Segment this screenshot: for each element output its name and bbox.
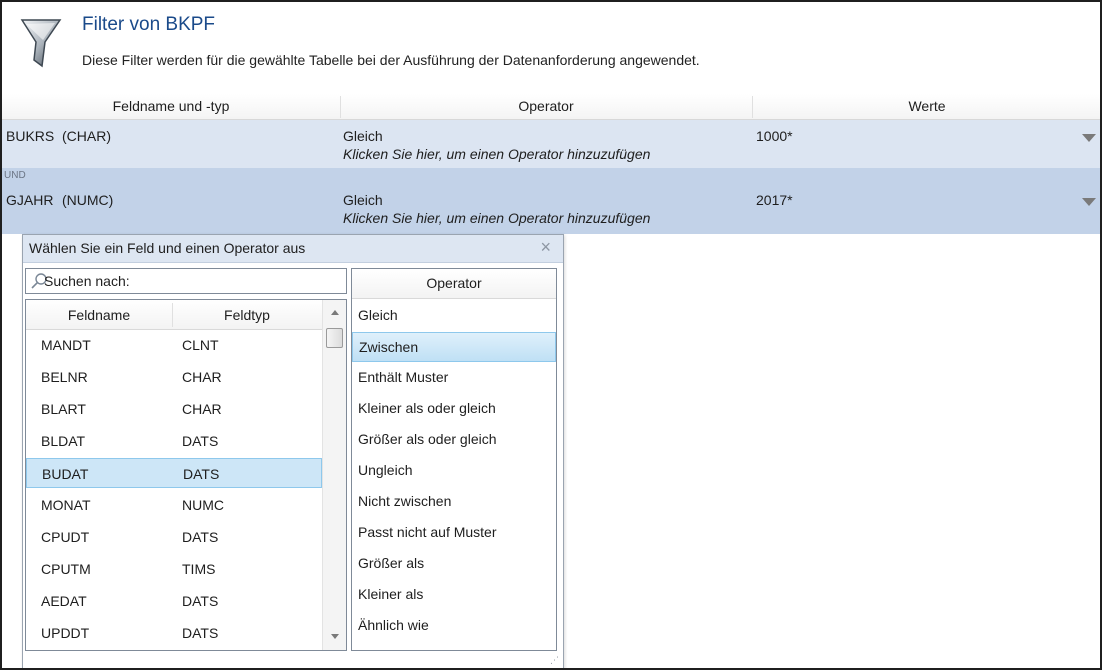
- operator-label: Kleiner als: [358, 586, 424, 602]
- field-name: BUKRS: [6, 128, 55, 144]
- add-operator-link[interactable]: Klicken Sie hier, um einen Operator hinz…: [343, 146, 650, 162]
- operator-label: Passt nicht auf Muster: [358, 524, 497, 540]
- operator-label: Ähnlich wie: [358, 617, 429, 633]
- field-type: DATS: [182, 529, 219, 545]
- operator-list-header: Operator: [352, 269, 556, 299]
- field-type: DATS: [182, 433, 219, 449]
- operator-item[interactable]: Passt nicht auf Muster: [352, 518, 556, 548]
- field-type: TIMS: [182, 561, 216, 577]
- operator-list: Operator Gleich Zwischen Enthält Muster …: [351, 268, 557, 651]
- operator-label: Kleiner als oder gleich: [358, 400, 496, 416]
- operator-item-selected[interactable]: Zwischen: [352, 332, 556, 362]
- dropdown-arrow-icon[interactable]: [1082, 134, 1096, 142]
- operator-item[interactable]: Kleiner als: [352, 580, 556, 610]
- column-header-field[interactable]: Feldname und -typ: [2, 98, 340, 114]
- field-list-scrollbar[interactable]: [322, 300, 346, 650]
- scroll-up-icon[interactable]: [331, 310, 339, 315]
- field-list: Feldname Feldtyp MANDT CLNT BELNR CHAR B…: [25, 299, 347, 651]
- column-header-operator[interactable]: Operator: [340, 98, 752, 114]
- operator-label: Nicht zwischen: [358, 493, 452, 509]
- column-header-fieldtype[interactable]: Feldtyp: [172, 307, 322, 323]
- filter-funnel-icon: [20, 19, 62, 68]
- operator-item[interactable]: Nicht zwischen: [352, 487, 556, 517]
- field-name: GJAHR: [6, 192, 54, 208]
- add-operator-link[interactable]: Klicken Sie hier, um einen Operator hinz…: [343, 210, 650, 226]
- operator-item[interactable]: Ähnlich wie: [352, 611, 556, 641]
- filter-row-gjahr[interactable]: UND GJAHR (NUMC) Gleich Klicken Sie hier…: [2, 168, 1100, 234]
- filter-value[interactable]: 1000*: [756, 128, 793, 144]
- popup-title: Wählen Sie ein Feld und einen Operator a…: [29, 240, 306, 256]
- operator-label: Größer als oder gleich: [358, 431, 497, 447]
- connector-label: UND: [4, 170, 26, 181]
- operator-value[interactable]: Gleich: [343, 192, 383, 208]
- page-title: Filter von BKPF: [82, 14, 216, 35]
- operator-label: Zwischen: [359, 339, 419, 355]
- field-type: (CHAR): [62, 128, 111, 144]
- operator-value[interactable]: Gleich: [343, 128, 383, 144]
- field-name: BLART: [41, 401, 86, 417]
- operator-item[interactable]: Enthält Muster: [352, 363, 556, 393]
- field-type: CHAR: [182, 369, 222, 385]
- operator-item[interactable]: Gleich: [352, 301, 556, 331]
- page-subtitle: Diese Filter werden für die gewählte Tab…: [82, 52, 700, 68]
- field-name: BUDAT: [42, 466, 89, 482]
- field-type: CHAR: [182, 401, 222, 417]
- popup-title-bar: Wählen Sie ein Feld und einen Operator a…: [23, 235, 563, 263]
- scroll-down-icon[interactable]: [331, 634, 339, 639]
- dropdown-arrow-icon[interactable]: [1082, 198, 1096, 206]
- search-label: Suchen nach:: [44, 273, 130, 289]
- operator-item[interactable]: Größer als: [352, 549, 556, 579]
- field-type: DATS: [182, 593, 219, 609]
- filter-table-header: Feldname und -typ Operator Werte: [2, 94, 1100, 120]
- column-header-fieldname[interactable]: Feldname: [26, 307, 172, 323]
- list-item[interactable]: AEDAT DATS: [26, 586, 322, 616]
- operator-item[interactable]: Ungleich: [352, 456, 556, 486]
- filter-row-bukrs[interactable]: BUKRS (CHAR) Gleich Klicken Sie hier, um…: [2, 120, 1100, 168]
- operator-label: Ungleich: [358, 462, 413, 478]
- field-type: (NUMC): [62, 192, 114, 208]
- filter-value[interactable]: 2017*: [756, 192, 793, 208]
- list-item[interactable]: BELNR CHAR: [26, 362, 322, 392]
- list-item[interactable]: BLDAT DATS: [26, 426, 322, 456]
- resize-grip-icon[interactable]: ⋰: [550, 655, 559, 666]
- close-icon[interactable]: ×: [540, 237, 551, 258]
- field-type: DATS: [183, 466, 220, 482]
- field-name: BELNR: [41, 369, 88, 385]
- field-name: MONAT: [41, 497, 91, 513]
- search-input[interactable]: Suchen nach:: [25, 268, 347, 294]
- scrollbar-thumb[interactable]: [326, 328, 343, 348]
- field-type: CLNT: [182, 337, 219, 353]
- list-item[interactable]: UPDDT DATS: [26, 618, 322, 648]
- list-item[interactable]: CPUTM TIMS: [26, 554, 322, 584]
- operator-label: Enthält Muster: [358, 369, 449, 385]
- field-name: UPDDT: [41, 625, 90, 641]
- list-item-selected[interactable]: BUDAT DATS: [26, 458, 322, 488]
- field-name: BLDAT: [41, 433, 86, 449]
- list-item[interactable]: BLART CHAR: [26, 394, 322, 424]
- operator-item[interactable]: Kleiner als oder gleich: [352, 394, 556, 424]
- operator-label: Größer als: [358, 555, 425, 571]
- filter-header: Filter von BKPF Diese Filter werden für …: [2, 2, 1100, 92]
- field-type: NUMC: [182, 497, 224, 513]
- list-item[interactable]: CPUDT DATS: [26, 522, 322, 552]
- field-name: MANDT: [41, 337, 91, 353]
- operator-label: Gleich: [358, 307, 398, 323]
- operator-item[interactable]: Größer als oder gleich: [352, 425, 556, 455]
- column-header-values[interactable]: Werte: [752, 98, 1100, 114]
- field-name: CPUDT: [41, 529, 90, 545]
- field-name: AEDAT: [41, 593, 87, 609]
- column-header-operator[interactable]: Operator: [352, 275, 556, 291]
- field-operator-popup: Wählen Sie ein Feld und einen Operator a…: [22, 234, 564, 668]
- list-item[interactable]: MONAT NUMC: [26, 490, 322, 520]
- filter-dialog: Filter von BKPF Diese Filter werden für …: [0, 0, 1102, 670]
- field-list-header: Feldname Feldtyp: [26, 300, 322, 330]
- field-type: DATS: [182, 625, 219, 641]
- list-item[interactable]: MANDT CLNT: [26, 330, 322, 360]
- field-name: CPUTM: [41, 561, 91, 577]
